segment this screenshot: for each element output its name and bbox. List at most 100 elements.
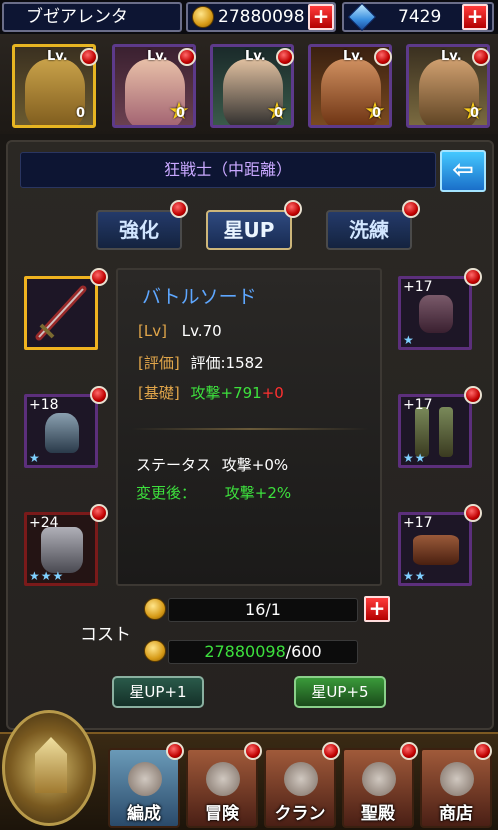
hero-level: Lv. <box>343 49 364 64</box>
notification-dot <box>374 48 392 66</box>
rating-label: [評価] <box>138 354 180 372</box>
notification-dot <box>276 48 294 66</box>
add-gem-button[interactable]: + <box>462 4 488 30</box>
equip-slot-boots[interactable]: +17 ★★ <box>398 394 472 468</box>
material-icon <box>144 598 166 620</box>
nav-adventure[interactable]: 冒険 <box>186 748 258 828</box>
hero-level: Lv. <box>441 49 462 64</box>
nav-clan[interactable]: クラン <box>264 748 336 828</box>
equip-slot-weapon[interactable] <box>24 276 98 350</box>
base-label: [基礎] <box>138 384 180 402</box>
nav-formation-label: 編成 <box>127 804 161 824</box>
status-label: ステータス <box>136 456 212 474</box>
nav-clan-label: クラン <box>274 804 326 824</box>
item-level-row: [Lv] Lv.70 <box>138 322 222 340</box>
cost-label: コスト <box>80 625 131 645</box>
material-count: 16/1 <box>168 598 358 622</box>
item-base-row: [基礎] 攻撃+791+0 <box>138 382 284 403</box>
notification-dot <box>166 742 184 760</box>
gold-coin-icon <box>144 640 166 662</box>
slot-stars: ★ <box>403 333 415 347</box>
belt-icon <box>413 535 459 565</box>
slot-plus: +17 <box>403 279 433 295</box>
divider <box>132 428 368 430</box>
castle-home-button[interactable] <box>2 710 96 826</box>
hero-level: Lv. <box>245 49 266 64</box>
tab-enhance[interactable]: 強化 <box>96 210 182 250</box>
gold-have: 27880098 <box>204 642 286 661</box>
class-label: 狂戦士（中距離） <box>20 152 436 188</box>
hero-count: 0 <box>371 106 381 121</box>
hero-level: Lv. <box>147 49 168 64</box>
gold-need: /600 <box>285 642 322 661</box>
hero-count: 0 <box>469 106 479 121</box>
base-value: 攻撃+791 <box>190 384 262 402</box>
notification-dot <box>90 504 108 522</box>
level-label: [Lv] <box>138 322 167 340</box>
tab-refine[interactable]: 洗練 <box>326 210 412 250</box>
equip-slot-belt[interactable]: +17 ★★ <box>398 512 472 586</box>
nav-adventure-label: 冒険 <box>205 804 239 824</box>
notification-dot <box>322 742 340 760</box>
boots-icon <box>415 407 429 457</box>
notification-dot <box>464 386 482 404</box>
sword-icon <box>35 285 87 341</box>
hero-count: 0 <box>175 106 185 121</box>
status-value: 攻撃+0% <box>221 456 289 474</box>
hero-count: 0 <box>273 106 283 121</box>
notification-dot <box>472 48 490 66</box>
nav-formation[interactable]: 編成 <box>108 748 180 828</box>
boots-icon-right <box>439 407 453 457</box>
nav-shop-label: 商店 <box>439 804 473 824</box>
helmet-icon <box>45 413 79 453</box>
gem-amount: 7429 <box>398 7 442 27</box>
starup-1-button[interactable]: 星UP+1 <box>112 676 204 708</box>
gloves-icon <box>419 295 453 333</box>
after-value: 攻撃+2% <box>224 484 292 502</box>
notification-dot <box>464 504 482 522</box>
after-label: 変更後： <box>136 484 197 502</box>
shrine-icon <box>362 762 396 796</box>
notification-dot <box>90 386 108 404</box>
slot-plus: +24 <box>29 515 59 531</box>
item-name: バトルソード <box>142 286 257 308</box>
slot-plus: +17 <box>403 515 433 531</box>
base-bonus: +0 <box>261 384 284 402</box>
notification-dot <box>474 742 492 760</box>
notification-dot <box>464 268 482 286</box>
notification-dot <box>400 742 418 760</box>
notification-dot <box>244 742 262 760</box>
equip-slot-armor[interactable]: +24 ★★★ <box>24 512 98 586</box>
notification-dot <box>170 200 188 218</box>
rating-value: 評価:1582 <box>190 354 264 372</box>
crossed-swords-icon <box>206 762 240 796</box>
armor-icon <box>41 527 83 573</box>
helmet-icon <box>128 762 162 796</box>
equip-slot-helmet[interactable]: +18 ★ <box>24 394 98 468</box>
notification-dot <box>90 268 108 286</box>
slot-plus: +17 <box>403 397 433 413</box>
level-value: Lv.70 <box>181 322 222 340</box>
notification-dot <box>80 48 98 66</box>
item-rating-row: [評価] 評価:1582 <box>138 352 264 373</box>
notification-dot <box>178 48 196 66</box>
player-name[interactable]: ブゼアレンタ <box>2 2 182 32</box>
slot-stars: ★★ <box>403 569 427 583</box>
nav-shrine-label: 聖殿 <box>361 804 395 824</box>
nav-shrine[interactable]: 聖殿 <box>342 748 414 828</box>
equip-slot-gloves[interactable]: +17 ★ <box>398 276 472 350</box>
castle-icon <box>35 737 67 793</box>
starup-5-button[interactable]: 星UP+5 <box>294 676 386 708</box>
add-material-button[interactable]: + <box>364 596 390 622</box>
slot-stars: ★★ <box>403 451 427 465</box>
tab-starup[interactable]: 星UP <box>206 210 292 250</box>
add-gold-button[interactable]: + <box>308 4 334 30</box>
slot-stars: ★ <box>29 451 41 465</box>
back-button[interactable]: ⇦ <box>440 150 486 192</box>
nav-shop[interactable]: 商店 <box>420 748 492 828</box>
scales-icon <box>440 762 474 796</box>
status-row: ステータス 攻撃+0% <box>136 454 288 475</box>
gold-coin-icon <box>192 6 214 28</box>
slot-stars: ★★★ <box>29 569 65 583</box>
notification-dot <box>284 200 302 218</box>
